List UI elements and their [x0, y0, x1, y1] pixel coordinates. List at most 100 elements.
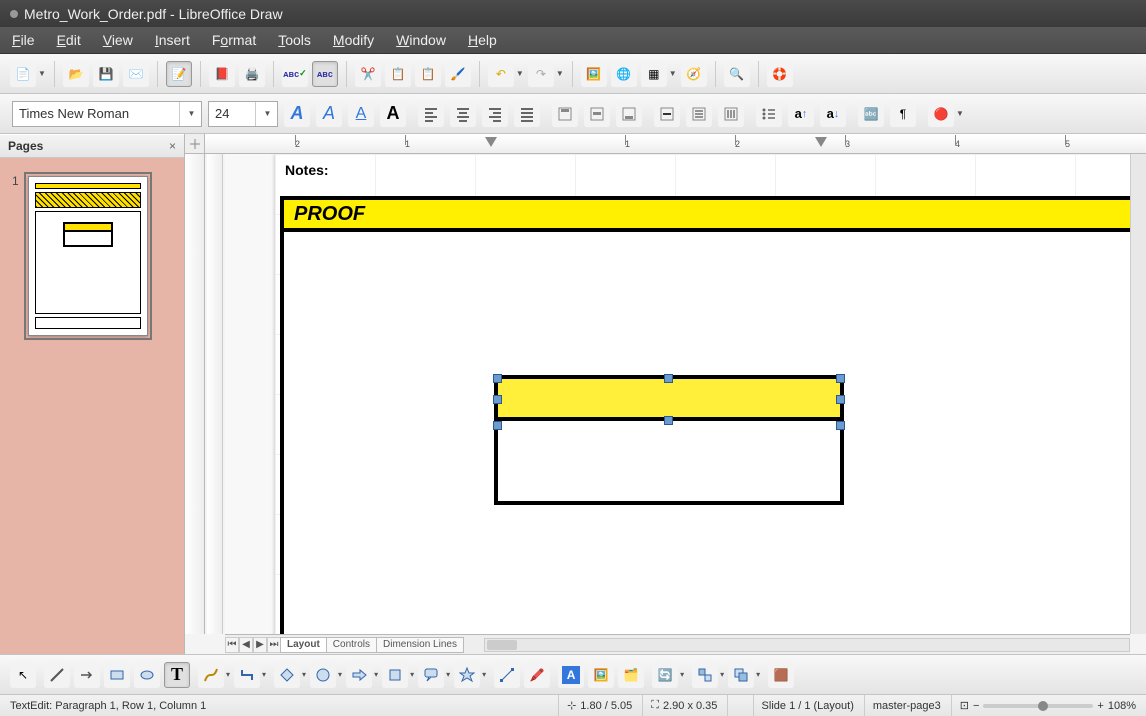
status-master[interactable]: master-page3 — [864, 695, 941, 716]
help-button[interactable]: 🛟 — [767, 61, 793, 87]
valign-bottom-button[interactable] — [616, 101, 642, 127]
line-tool[interactable] — [44, 662, 70, 688]
ruler-horizontal[interactable]: 2 1 1 2 3 4 5 — [205, 134, 1146, 154]
arrange-button[interactable] — [728, 662, 754, 688]
table-button[interactable]: ▦ — [641, 61, 667, 87]
tab-nav-next[interactable]: ▶ — [253, 637, 267, 653]
zoom-slider-thumb[interactable] — [1038, 701, 1048, 711]
ruler-marker-icon[interactable] — [485, 137, 497, 147]
close-panel-button[interactable]: × — [169, 139, 176, 153]
connector-tool[interactable] — [234, 662, 260, 688]
canvas-viewport[interactable]: Notes: PROOF — [225, 154, 1130, 634]
bold-button[interactable]: A — [284, 101, 310, 127]
rectangle-tool[interactable] — [104, 662, 130, 688]
zoom-button[interactable]: 🔍 — [724, 61, 750, 87]
decrease-font-button[interactable]: a↓ — [820, 101, 846, 127]
status-slide[interactable]: Slide 1 / 1 (Layout) — [753, 695, 854, 716]
redo-button[interactable]: ↷ — [528, 61, 554, 87]
menu-file[interactable]: File — [12, 32, 35, 48]
drawing-page[interactable]: Notes: PROOF — [275, 154, 1130, 634]
menu-view[interactable]: View — [103, 32, 133, 48]
scrollbar-thumb[interactable] — [487, 640, 517, 650]
zoom-slider[interactable] — [983, 704, 1093, 708]
rotate-button[interactable]: 🔄 — [652, 662, 678, 688]
menu-format[interactable]: Format — [212, 32, 256, 48]
glue-points-button[interactable]: 🖍️ — [524, 662, 550, 688]
spellcheck-button[interactable]: ᴀʙᴄ✓ — [282, 61, 308, 87]
align-right-button[interactable] — [482, 101, 508, 127]
ruler-corner[interactable] — [185, 134, 205, 154]
dropdown-icon[interactable]: ▾ — [482, 670, 486, 679]
align-justify-button[interactable] — [514, 101, 540, 127]
page-thumbnail[interactable]: 1 — [28, 176, 156, 336]
curve-tool[interactable] — [198, 662, 224, 688]
dropdown-icon[interactable]: ▼ — [38, 69, 46, 78]
align-left-button[interactable] — [418, 101, 444, 127]
auto-spellcheck-button[interactable]: ᴀʙᴄ — [312, 61, 338, 87]
layer-tab-controls[interactable]: Controls — [326, 637, 377, 653]
selection-handle[interactable] — [836, 395, 845, 404]
selected-table-shape[interactable] — [494, 375, 844, 505]
dropdown-icon[interactable]: ▼ — [255, 102, 271, 126]
undo-button[interactable]: ↶ — [488, 61, 514, 87]
menu-modify[interactable]: Modify — [333, 32, 374, 48]
symbol-shapes-tool[interactable] — [310, 662, 336, 688]
dropdown-icon[interactable]: ▾ — [720, 670, 724, 679]
dropdown-icon[interactable]: ▾ — [226, 670, 230, 679]
open-button[interactable]: 📂 — [63, 61, 89, 87]
valign-middle-button[interactable] — [584, 101, 610, 127]
menu-window[interactable]: Window — [396, 32, 446, 48]
char-dialog-button[interactable]: 🔤 — [858, 101, 884, 127]
horizontal-scrollbar[interactable] — [484, 638, 1130, 652]
extrusion-button[interactable]: 🟫 — [768, 662, 794, 688]
underline-button[interactable]: A — [348, 101, 374, 127]
ttb-button[interactable] — [718, 101, 744, 127]
dropdown-icon[interactable]: ▾ — [338, 670, 342, 679]
selection-handle[interactable] — [493, 374, 502, 383]
menu-edit[interactable]: Edit — [57, 32, 81, 48]
menu-help[interactable]: Help — [468, 32, 497, 48]
selection-handle[interactable] — [836, 374, 845, 383]
dropdown-icon[interactable]: ▾ — [446, 670, 450, 679]
bullets-button[interactable] — [756, 101, 782, 127]
export-pdf-button[interactable]: 📕 — [209, 61, 235, 87]
dropdown-icon[interactable]: ▾ — [410, 670, 414, 679]
copy-button[interactable]: 📋 — [385, 61, 411, 87]
edit-points-button[interactable] — [494, 662, 520, 688]
cut-button[interactable]: ✂️ — [355, 61, 381, 87]
para-dialog-button[interactable]: ¶ — [890, 101, 916, 127]
window-control-icon[interactable] — [10, 10, 18, 18]
selection-handle[interactable] — [664, 416, 673, 425]
email-button[interactable]: ✉️ — [123, 61, 149, 87]
valign-top-button[interactable] — [552, 101, 578, 127]
hyperlink-button[interactable]: 🌐 — [611, 61, 637, 87]
flowchart-tool[interactable] — [382, 662, 408, 688]
font-color-button[interactable]: A — [380, 101, 406, 127]
layer-tab-dimension[interactable]: Dimension Lines — [376, 637, 464, 653]
menu-tools[interactable]: Tools — [278, 32, 311, 48]
dropdown-icon[interactable]: ▾ — [302, 670, 306, 679]
selection-handle[interactable] — [664, 374, 673, 383]
paste-button[interactable]: 📋 — [415, 61, 441, 87]
basic-shapes-tool[interactable] — [274, 662, 300, 688]
print-button[interactable]: 🖨️ — [239, 61, 265, 87]
dropdown-icon[interactable]: ▼ — [956, 109, 964, 118]
dropdown-icon[interactable]: ▼ — [669, 69, 677, 78]
table-row-yellow[interactable] — [498, 379, 840, 421]
align-objects-button[interactable] — [692, 662, 718, 688]
font-name-combo[interactable]: Times New Roman▼ — [12, 101, 202, 127]
from-file-button[interactable]: 🖼️ — [588, 662, 614, 688]
vertical-scrollbar[interactable] — [1130, 154, 1146, 634]
new-doc-button[interactable]: 📄 — [10, 61, 36, 87]
selection-handle[interactable] — [493, 421, 502, 430]
zoom-value[interactable]: 108% — [1108, 700, 1136, 712]
tab-nav-prev[interactable]: ◀ — [239, 637, 253, 653]
proof-frame-shape[interactable]: PROOF — [280, 196, 1130, 634]
dropdown-icon[interactable]: ▾ — [680, 670, 684, 679]
increase-font-button[interactable]: a↑ — [788, 101, 814, 127]
font-size-combo[interactable]: 24▼ — [208, 101, 278, 127]
chart-button[interactable]: 🖼️ — [581, 61, 607, 87]
callout-tool[interactable] — [418, 662, 444, 688]
navigator-button[interactable]: 🧭 — [681, 61, 707, 87]
ruler-vertical-2[interactable] — [207, 154, 223, 634]
